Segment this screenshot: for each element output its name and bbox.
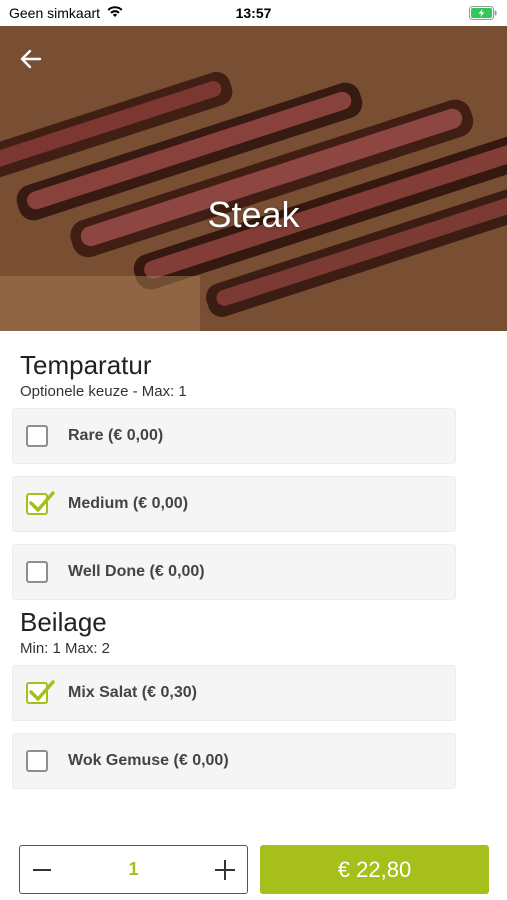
option-list-temperature: Rare (€ 0,00) Medium (€ 0,00) Well Done … bbox=[0, 408, 507, 600]
option-well-done[interactable]: Well Done (€ 0,00) bbox=[12, 544, 456, 600]
checkmark-icon bbox=[29, 680, 55, 701]
option-wok-gemuse[interactable]: Wok Gemuse (€ 0,00) bbox=[12, 733, 456, 789]
bottom-bar: 1 € 22,80 bbox=[0, 845, 507, 895]
group-title: Temparatur bbox=[20, 350, 152, 380]
add-to-cart-button[interactable]: € 22,80 bbox=[260, 845, 489, 894]
group-subtitle: Min: 1 Max: 2 bbox=[20, 640, 111, 657]
arrow-left-icon bbox=[20, 49, 42, 69]
option-label: Rare (€ 0,00) bbox=[68, 427, 164, 444]
hero-overlay bbox=[0, 26, 507, 331]
checkbox[interactable] bbox=[26, 750, 48, 772]
option-label: Mix Salat (€ 0,30) bbox=[68, 684, 197, 701]
hero-image: Steak bbox=[0, 26, 507, 331]
checkmark-icon bbox=[29, 491, 55, 512]
minus-icon bbox=[33, 868, 51, 871]
option-mix-salat[interactable]: Mix Salat (€ 0,30) bbox=[12, 665, 456, 721]
back-button[interactable] bbox=[14, 44, 48, 74]
checkbox-checked[interactable] bbox=[26, 491, 55, 515]
option-label: Wok Gemuse (€ 0,00) bbox=[68, 752, 229, 769]
page-title: Steak bbox=[207, 194, 300, 235]
option-rare[interactable]: Rare (€ 0,00) bbox=[12, 408, 456, 464]
quantity-stepper: 1 bbox=[19, 845, 248, 894]
increase-button[interactable] bbox=[203, 846, 247, 893]
checkbox[interactable] bbox=[26, 425, 48, 447]
options-content: Temparatur Optionele keuze - Max: 1 Rare… bbox=[0, 331, 507, 801]
total-price: € 22,80 bbox=[337, 856, 412, 882]
battery-charging-icon bbox=[469, 6, 497, 20]
checkbox-checked[interactable] bbox=[26, 680, 55, 704]
option-label: Medium (€ 0,00) bbox=[68, 495, 189, 512]
group-subtitle: Optionele keuze - Max: 1 bbox=[20, 383, 187, 400]
option-label: Well Done (€ 0,00) bbox=[68, 563, 205, 580]
option-list-side: Mix Salat (€ 0,30) Wok Gemuse (€ 0,00) bbox=[0, 665, 507, 789]
option-medium[interactable]: Medium (€ 0,00) bbox=[12, 476, 456, 532]
status-time: 13:57 bbox=[235, 5, 272, 21]
option-group-temperature: Temparatur Optionele keuze - Max: 1 bbox=[0, 349, 507, 402]
quantity-value: 1 bbox=[128, 859, 139, 879]
option-group-side: Beilage Min: 1 Max: 2 bbox=[0, 606, 507, 659]
checkbox[interactable] bbox=[26, 561, 48, 583]
group-title: Beilage bbox=[20, 607, 107, 637]
status-bar: Geen simkaart 13:57 bbox=[0, 0, 507, 26]
plus-icon bbox=[214, 859, 235, 880]
decrease-button[interactable] bbox=[20, 846, 64, 893]
